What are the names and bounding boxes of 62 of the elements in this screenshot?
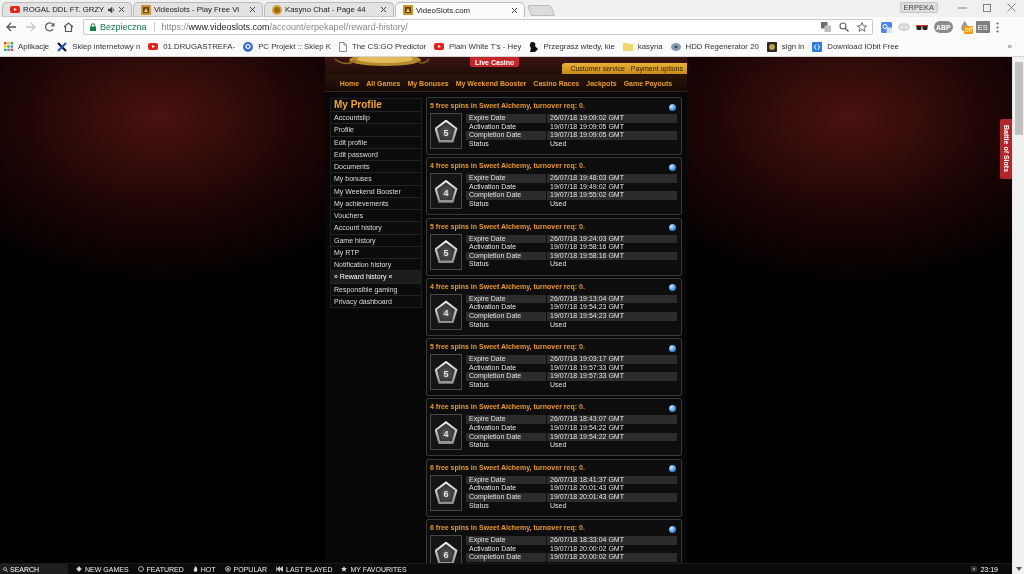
address-field[interactable]: Bezpieczna https://www.videoslots.com/account/erpekapel/reward-history/ <box>83 19 873 35</box>
emblem-icon <box>766 41 777 52</box>
apps-grid-icon <box>4 42 13 51</box>
back-icon[interactable] <box>6 22 17 32</box>
silhouette-icon <box>529 41 539 52</box>
sparkle-icon <box>76 566 82 572</box>
scrollbar-thumb[interactable] <box>1014 62 1023 135</box>
scroll-down-icon[interactable] <box>1015 567 1022 571</box>
magnifier-icon[interactable] <box>839 22 849 32</box>
tile-icon[interactable] <box>971 566 978 572</box>
more-bookmarks-button[interactable]: » <box>1007 42 1020 51</box>
slot-logo-icon <box>141 4 151 15</box>
play-logo-icon <box>148 43 159 50</box>
spin-count-badge: 5 <box>434 360 458 384</box>
info-icon[interactable] <box>669 344 676 352</box>
ring-icon <box>137 566 144 572</box>
info-icon[interactable] <box>669 405 676 412</box>
url-text: https://www.videoslots.com/account/erpekapel/reward-history/ <box>161 22 408 32</box>
close-icon[interactable] <box>511 6 518 14</box>
close-icon[interactable] <box>249 6 256 13</box>
search-icon <box>3 566 8 572</box>
play-logo-icon <box>10 6 20 13</box>
spin-count-badge: 5 <box>434 119 458 143</box>
spin-count-badge: 4 <box>434 179 458 203</box>
circle-logo-icon <box>243 41 254 52</box>
page-icon <box>339 41 347 52</box>
info-icon[interactable] <box>669 284 676 292</box>
disk-icon <box>670 42 681 51</box>
drop-icon <box>192 566 198 572</box>
play-logo-icon <box>434 43 445 50</box>
target-icon <box>224 566 231 572</box>
menu-icon[interactable] <box>995 21 999 33</box>
close-icon[interactable] <box>380 6 387 13</box>
info-icon[interactable] <box>669 103 676 111</box>
folder-icon <box>622 42 633 51</box>
maximize-icon[interactable] <box>983 3 991 12</box>
spin-count-badge: 6 <box>434 481 458 505</box>
home-icon[interactable] <box>63 22 74 32</box>
sunglasses-icon[interactable] <box>916 23 928 31</box>
spin-count-badge: 5 <box>434 240 458 264</box>
spin-count-badge: 4 <box>434 300 458 324</box>
info-icon[interactable] <box>669 525 676 533</box>
star-icon[interactable] <box>857 22 867 32</box>
security-label: Bezpieczna <box>100 22 147 32</box>
scrollbar[interactable] <box>1012 57 1024 574</box>
cross-logo-icon <box>57 41 68 52</box>
slot-logo-icon <box>403 5 413 15</box>
star-icon <box>341 566 348 572</box>
coin-icon <box>272 4 282 15</box>
square-logo-icon <box>812 41 823 52</box>
spin-count-badge: 4 <box>434 421 458 444</box>
info-icon[interactable] <box>669 163 676 171</box>
rewind-icon <box>276 566 284 572</box>
info-icon[interactable] <box>669 465 676 473</box>
spin-count-badge: 6 <box>434 541 458 563</box>
close-icon[interactable] <box>118 6 125 13</box>
reload-icon[interactable] <box>44 22 55 32</box>
squares-icon[interactable] <box>821 22 831 32</box>
square-logo-icon[interactable] <box>881 21 892 33</box>
lock-icon <box>90 23 96 31</box>
sidebar-title: My Profile <box>333 99 383 111</box>
info-icon[interactable] <box>669 224 676 232</box>
